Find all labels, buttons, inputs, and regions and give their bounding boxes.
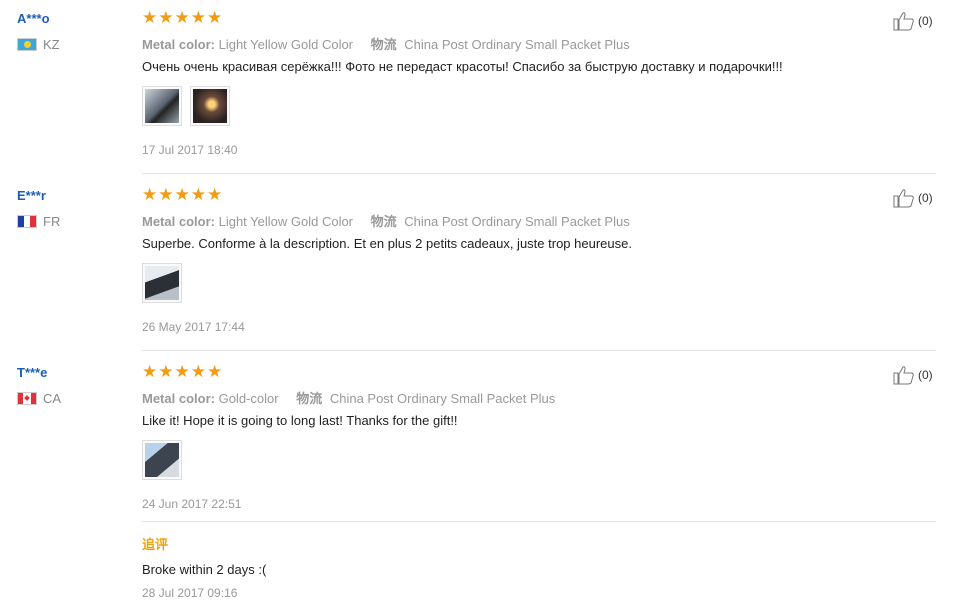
star-icon: ★: [190, 185, 206, 204]
star-icon: ★: [174, 362, 190, 381]
helpful-button[interactable]: (0): [893, 11, 933, 31]
country-code: CA: [43, 391, 62, 406]
review-divider: [142, 350, 936, 351]
review-divider: [142, 173, 936, 174]
shipping-label: 物流: [370, 37, 397, 52]
review-text: Очень очень красивая серёжка!!! Фото не …: [142, 59, 783, 74]
review-date: 26 May 2017 17:44: [142, 320, 245, 334]
review-date: 17 Jul 2017 18:40: [142, 143, 238, 157]
shipping-value: China Post Ordinary Small Packet Plus: [329, 391, 556, 406]
review-photos: [142, 440, 182, 480]
color-value: Light Yellow Gold Color: [218, 214, 354, 229]
review-photo-thumbnail[interactable]: [142, 86, 182, 126]
star-icon: ★: [207, 362, 223, 381]
helpful-button[interactable]: (0): [893, 365, 933, 385]
shipping-label: 物流: [370, 214, 397, 229]
review-attributes: Metal color: Light Yellow Gold Color 物流 …: [142, 211, 644, 230]
star-rating: ★ ★ ★ ★ ★: [142, 8, 223, 27]
review-attributes: Metal color: Gold-color 物流 China Post Or…: [142, 388, 569, 407]
review-photo-thumbnail[interactable]: [190, 86, 230, 126]
star-icon: ★: [207, 185, 223, 204]
star-icon: ★: [190, 8, 206, 27]
helpful-count: (0): [918, 14, 933, 28]
country-code: FR: [43, 214, 61, 229]
helpful-count: (0): [918, 191, 933, 205]
star-icon: ★: [142, 8, 158, 27]
thumbs-up-icon: [893, 189, 914, 208]
color-value: Gold-color: [218, 391, 279, 406]
star-icon: ★: [207, 8, 223, 27]
followup-date: 28 Jul 2017 09:16: [142, 586, 238, 600]
review-attributes: Metal color: Light Yellow Gold Color 物流 …: [142, 34, 644, 53]
star-icon: ★: [142, 185, 158, 204]
followup-divider: [142, 521, 936, 522]
star-icon: ★: [190, 362, 206, 381]
star-icon: ★: [158, 185, 174, 204]
reviewer-name: A***o: [17, 11, 50, 26]
shipping-value: China Post Ordinary Small Packet Plus: [404, 37, 630, 52]
reviewer-name: E***r: [17, 188, 46, 203]
review-photos: [142, 263, 182, 303]
shipping-value: China Post Ordinary Small Packet Plus: [404, 214, 630, 229]
shipping-label: 物流: [296, 391, 323, 406]
star-rating: ★ ★ ★ ★ ★: [142, 362, 223, 381]
flag-kz-icon: [17, 38, 37, 51]
review-text: Superbe. Conforme à la description. Et e…: [142, 236, 632, 251]
flag-fr-icon: [17, 215, 37, 228]
star-icon: ★: [158, 8, 174, 27]
color-label: Metal color:: [142, 391, 215, 406]
helpful-button[interactable]: (0): [893, 188, 933, 208]
thumbs-up-icon: [893, 366, 914, 385]
followup-label: 追评: [142, 537, 169, 552]
review-photo-thumbnail[interactable]: [142, 263, 182, 303]
review-date: 24 Jun 2017 22:51: [142, 497, 242, 511]
star-icon: ★: [142, 362, 158, 381]
star-icon: ★: [174, 8, 190, 27]
reviewer-country: FR: [17, 214, 60, 229]
review-photo-thumbnail[interactable]: [142, 440, 182, 480]
thumbs-up-icon: [893, 12, 914, 31]
flag-ca-icon: [17, 392, 37, 405]
color-label: Metal color:: [142, 37, 215, 52]
helpful-count: (0): [918, 368, 933, 382]
color-label: Metal color:: [142, 214, 215, 229]
star-icon: ★: [174, 185, 190, 204]
review-text: Like it! Hope it is going to long last! …: [142, 413, 458, 428]
star-icon: ★: [158, 362, 174, 381]
reviewer-country: CA: [17, 391, 61, 406]
reviewer-country: KZ: [17, 37, 60, 52]
review-photos: [142, 86, 230, 126]
reviewer-name: T***e: [17, 365, 48, 380]
followup-text: Broke within 2 days :(: [142, 562, 267, 577]
color-value: Light Yellow Gold Color: [218, 37, 354, 52]
star-rating: ★ ★ ★ ★ ★: [142, 185, 223, 204]
country-code: KZ: [43, 37, 60, 52]
